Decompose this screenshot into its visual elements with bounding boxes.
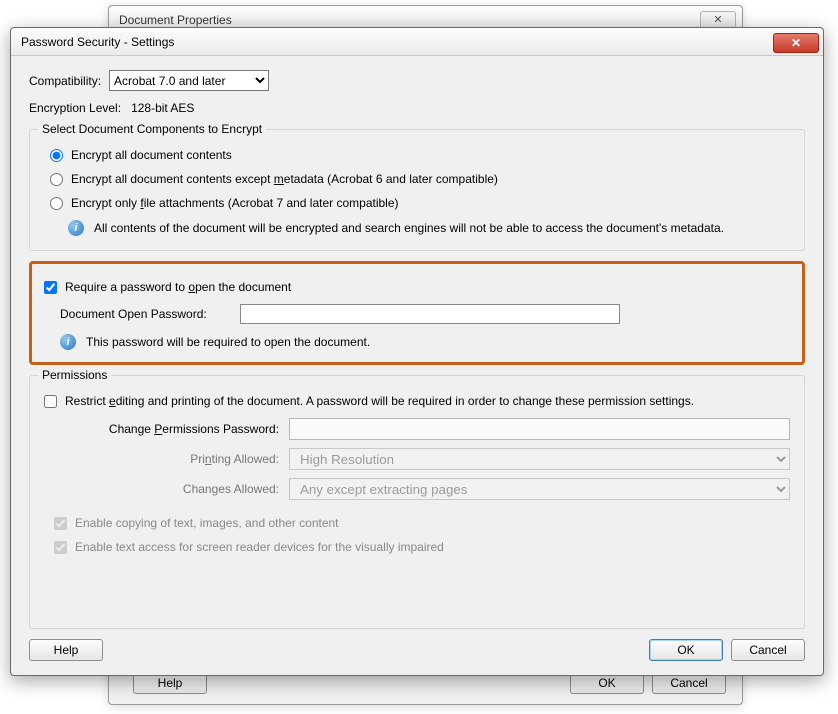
encryption-level-label: Encryption Level: <box>29 101 121 115</box>
enable-text-access-checkbox <box>54 541 67 554</box>
components-info-text: All contents of the document will be enc… <box>94 221 724 235</box>
cancel-button[interactable]: Cancel <box>731 639 805 661</box>
changes-allowed-row: Changes Allowed: Any except extracting p… <box>84 478 790 500</box>
enable-text-access-label: Enable text access for screen reader dev… <box>75 540 444 554</box>
enable-copying-row: Enable copying of text, images, and othe… <box>54 516 790 530</box>
parent-close-button[interactable]: ✕ <box>700 11 736 29</box>
components-info-row: i All contents of the document will be e… <box>68 220 790 236</box>
restrict-editing-label: Restrict editing and printing of the doc… <box>65 394 694 408</box>
dialog-title: Password Security - Settings <box>21 35 174 49</box>
permissions-fieldset: Permissions Restrict editing and printin… <box>29 375 805 629</box>
permissions-legend: Permissions <box>38 368 111 382</box>
encrypt-attachments-radio[interactable] <box>50 197 63 210</box>
enable-copying-checkbox <box>54 517 67 530</box>
encrypt-all-radio[interactable] <box>50 149 63 162</box>
encrypt-except-metadata-radio[interactable] <box>50 173 63 186</box>
parent-title: Document Properties <box>119 13 232 27</box>
require-open-password-label: Require a password to open the document <box>65 280 291 294</box>
require-open-password-checkbox[interactable] <box>44 281 57 294</box>
close-icon: ✕ <box>791 36 801 50</box>
dialog-body: Compatibility: Acrobat 7.0 and later Enc… <box>11 56 823 675</box>
compatibility-row: Compatibility: Acrobat 7.0 and later <box>29 70 805 91</box>
changes-allowed-label: Changes Allowed: <box>84 482 279 496</box>
printing-allowed-row: Printing Allowed: High Resolution <box>84 448 790 470</box>
require-open-password-row[interactable]: Require a password to open the document <box>44 280 790 294</box>
encrypt-attachments-row[interactable]: Encrypt only file attachments (Acrobat 7… <box>50 196 790 210</box>
password-security-dialog: Password Security - Settings ✕ Compatibi… <box>10 27 824 676</box>
ok-button[interactable]: OK <box>649 639 723 661</box>
compatibility-label: Compatibility: <box>29 74 101 88</box>
open-password-highlight: Require a password to open the document … <box>29 261 805 365</box>
help-button[interactable]: Help <box>29 639 103 661</box>
close-icon: ✕ <box>713 13 722 26</box>
enable-copying-label: Enable copying of text, images, and othe… <box>75 516 339 530</box>
encryption-level-row: Encryption Level: 128-bit AES <box>29 101 805 115</box>
close-button[interactable]: ✕ <box>773 33 819 53</box>
change-permissions-password-row: Change Permissions Password: <box>84 418 790 440</box>
document-open-password-row: Document Open Password: <box>60 304 790 324</box>
dialog-footer: Help OK Cancel <box>29 639 805 665</box>
info-icon: i <box>68 220 84 236</box>
document-open-password-label: Document Open Password: <box>60 307 240 321</box>
info-icon: i <box>60 334 76 350</box>
encryption-level-value: 128-bit AES <box>131 101 194 115</box>
change-permissions-password-input <box>289 418 790 440</box>
components-fieldset: Select Document Components to Encrypt En… <box>29 129 805 251</box>
main-titlebar: Password Security - Settings ✕ <box>11 28 823 56</box>
restrict-editing-row[interactable]: Restrict editing and printing of the doc… <box>44 394 790 408</box>
components-legend: Select Document Components to Encrypt <box>38 122 266 136</box>
restrict-editing-checkbox[interactable] <box>44 395 57 408</box>
open-password-info-row: i This password will be required to open… <box>60 334 790 350</box>
change-permissions-password-label: Change Permissions Password: <box>84 422 279 436</box>
compatibility-select[interactable]: Acrobat 7.0 and later <box>109 70 269 91</box>
changes-allowed-select: Any except extracting pages <box>289 478 790 500</box>
enable-text-access-row: Enable text access for screen reader dev… <box>54 540 790 554</box>
encrypt-attachments-label: Encrypt only file attachments (Acrobat 7… <box>71 196 399 210</box>
printing-allowed-select: High Resolution <box>289 448 790 470</box>
open-password-info-text: This password will be required to open t… <box>86 335 370 349</box>
encrypt-except-metadata-label: Encrypt all document contents except met… <box>71 172 498 186</box>
document-open-password-input[interactable] <box>240 304 620 324</box>
encrypt-all-label: Encrypt all document contents <box>71 148 232 162</box>
encrypt-all-row[interactable]: Encrypt all document contents <box>50 148 790 162</box>
encrypt-except-metadata-row[interactable]: Encrypt all document contents except met… <box>50 172 790 186</box>
printing-allowed-label: Printing Allowed: <box>84 452 279 466</box>
